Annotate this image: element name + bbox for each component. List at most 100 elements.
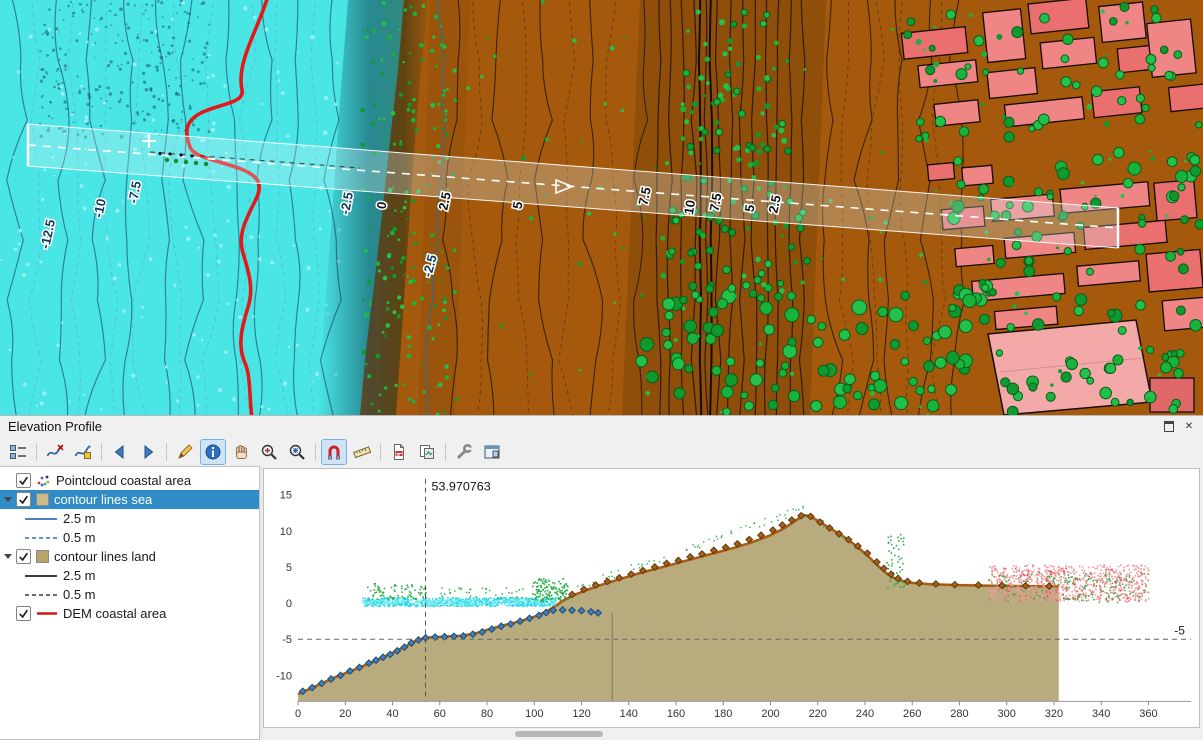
dock-options-button[interactable]: [479, 439, 505, 465]
nudge-right-icon: [139, 443, 157, 461]
layer-item-pointcloud-coastal-area[interactable]: Pointcloud coastal area: [0, 471, 259, 490]
capture-curve-button[interactable]: [42, 439, 68, 465]
zoom-full-icon: [288, 443, 306, 461]
x-tick-label: 260: [903, 708, 921, 720]
layer-label: contour lines land: [54, 549, 156, 564]
horizontal-scrollbar[interactable]: [515, 731, 603, 737]
identify-features-button[interactable]: [200, 439, 226, 465]
x-tick-label: 240: [856, 708, 874, 720]
measure-distances-button[interactable]: [349, 439, 375, 465]
nudge-left-icon: [111, 443, 129, 461]
y-tick-label: 5: [286, 562, 292, 574]
export-as-image-icon: [418, 443, 436, 461]
panel-title: Elevation Profile: [6, 419, 102, 434]
layer-checkbox[interactable]: [16, 549, 31, 564]
layer-item-contour-lines-land[interactable]: contour lines land: [0, 547, 259, 566]
x-tick-label: 140: [620, 708, 638, 720]
clear-profile-button[interactable]: [172, 439, 198, 465]
show-layer-tree-button[interactable]: [5, 439, 31, 465]
panel-header: Elevation Profile ✕: [0, 416, 1203, 437]
symbol-label: 2.5 m: [63, 511, 96, 526]
capture-curve-icon: [46, 443, 64, 461]
expander-icon[interactable]: [0, 497, 16, 502]
zoom-in-button[interactable]: [256, 439, 282, 465]
layer-label: DEM coastal area: [63, 606, 166, 621]
toolbar-separator: [101, 443, 102, 461]
layer-checkbox[interactable]: [16, 492, 31, 507]
layer-tree: Pointcloud coastal area contour lines sea…: [0, 466, 260, 740]
layer-symbol-item[interactable]: 0.5 m: [0, 528, 259, 547]
y-tick-label: 0: [286, 598, 292, 610]
x-tick-label: 160: [667, 708, 685, 720]
symbol-label: 0.5 m: [63, 587, 96, 602]
toolbar-separator: [445, 443, 446, 461]
layer-checkbox[interactable]: [16, 606, 31, 621]
line-symbol-icon: [24, 532, 58, 544]
clear-profile-icon: [176, 443, 194, 461]
toolbar-separator: [315, 443, 316, 461]
x-tick-label: 320: [1045, 708, 1063, 720]
options-button[interactable]: [451, 439, 477, 465]
x-tick-label: 80: [481, 708, 493, 720]
pointcloud-icon: [36, 473, 51, 488]
red-line-icon: [36, 607, 58, 620]
profile-toolbar: [0, 437, 1203, 466]
x-tick-label: 220: [809, 708, 827, 720]
layer-swatch-icon: [36, 550, 49, 563]
x-tick-label: 280: [950, 708, 968, 720]
export-as-pdf-button[interactable]: [386, 439, 412, 465]
nudge-right-button[interactable]: [135, 439, 161, 465]
layer-symbol-item[interactable]: 0.5 m: [0, 585, 259, 604]
show-layer-tree-icon: [9, 443, 27, 461]
x-tick-label: 340: [1092, 708, 1110, 720]
float-panel-button[interactable]: [1161, 420, 1177, 434]
zoom-full-button[interactable]: [284, 439, 310, 465]
map-canvas[interactable]: -12.5-10-7.5-2.5-2.502.557.5107.552.5: [0, 0, 1203, 415]
line-symbol-icon: [24, 589, 58, 601]
symbol-label: 2.5 m: [63, 568, 96, 583]
contour-label: 10: [681, 199, 698, 216]
toolbar-separator: [166, 443, 167, 461]
qgis-window: -12.5-10-7.5-2.5-2.502.557.5107.552.5 El…: [0, 0, 1203, 740]
layer-symbol-item[interactable]: 2.5 m: [0, 509, 259, 528]
close-panel-button[interactable]: ✕: [1181, 420, 1197, 434]
export-as-pdf-icon: [390, 443, 408, 461]
layer-label: contour lines sea: [54, 492, 152, 507]
layer-label: Pointcloud coastal area: [56, 473, 191, 488]
line-symbol-icon: [24, 570, 58, 582]
x-tick-label: 20: [339, 708, 351, 720]
toolbar-separator: [36, 443, 37, 461]
x-tick-label: 200: [761, 708, 779, 720]
enable-snapping-icon: [325, 443, 343, 461]
x-tick-label: 360: [1139, 708, 1157, 720]
y-tick-label: -5: [282, 634, 292, 646]
layer-item-contour-lines-sea[interactable]: contour lines sea: [0, 490, 259, 509]
layer-checkbox[interactable]: [16, 473, 31, 488]
expander-icon[interactable]: [0, 554, 16, 559]
symbol-label: 0.5 m: [63, 530, 96, 545]
capture-curve-from-feature-button[interactable]: [70, 439, 96, 465]
y-tick-label: 15: [280, 490, 292, 502]
elevation-profile-panel: Elevation Profile ✕ Pointcloud coastal a…: [0, 415, 1203, 740]
line-symbol-icon: [24, 513, 58, 525]
enable-snapping-button[interactable]: [321, 439, 347, 465]
x-tick-label: 300: [998, 708, 1016, 720]
pan-button[interactable]: [228, 439, 254, 465]
layer-item-dem-coastal-area[interactable]: DEM coastal area: [0, 604, 259, 623]
dock-options-icon: [483, 443, 501, 461]
panel-content: Pointcloud coastal area contour lines sea…: [0, 466, 1203, 740]
profile-plot-area[interactable]: -553.97076302040608010012014016018020022…: [263, 468, 1200, 728]
x-tick-label: 40: [386, 708, 398, 720]
nudge-left-button[interactable]: [107, 439, 133, 465]
toolbar-separator: [380, 443, 381, 461]
profile-chart-svg[interactable]: -553.97076302040608010012014016018020022…: [264, 469, 1199, 727]
float-icon: [1164, 421, 1174, 432]
x-tick-label: 0: [295, 708, 301, 720]
cursor-readout: 53.970763: [432, 480, 491, 494]
layer-symbol-item[interactable]: 2.5 m: [0, 566, 259, 585]
export-as-image-button[interactable]: [414, 439, 440, 465]
y-tick-label: 10: [280, 526, 292, 538]
contour-label: 7.5: [707, 192, 725, 212]
layer-swatch-icon: [36, 493, 49, 506]
pan-icon: [232, 443, 250, 461]
